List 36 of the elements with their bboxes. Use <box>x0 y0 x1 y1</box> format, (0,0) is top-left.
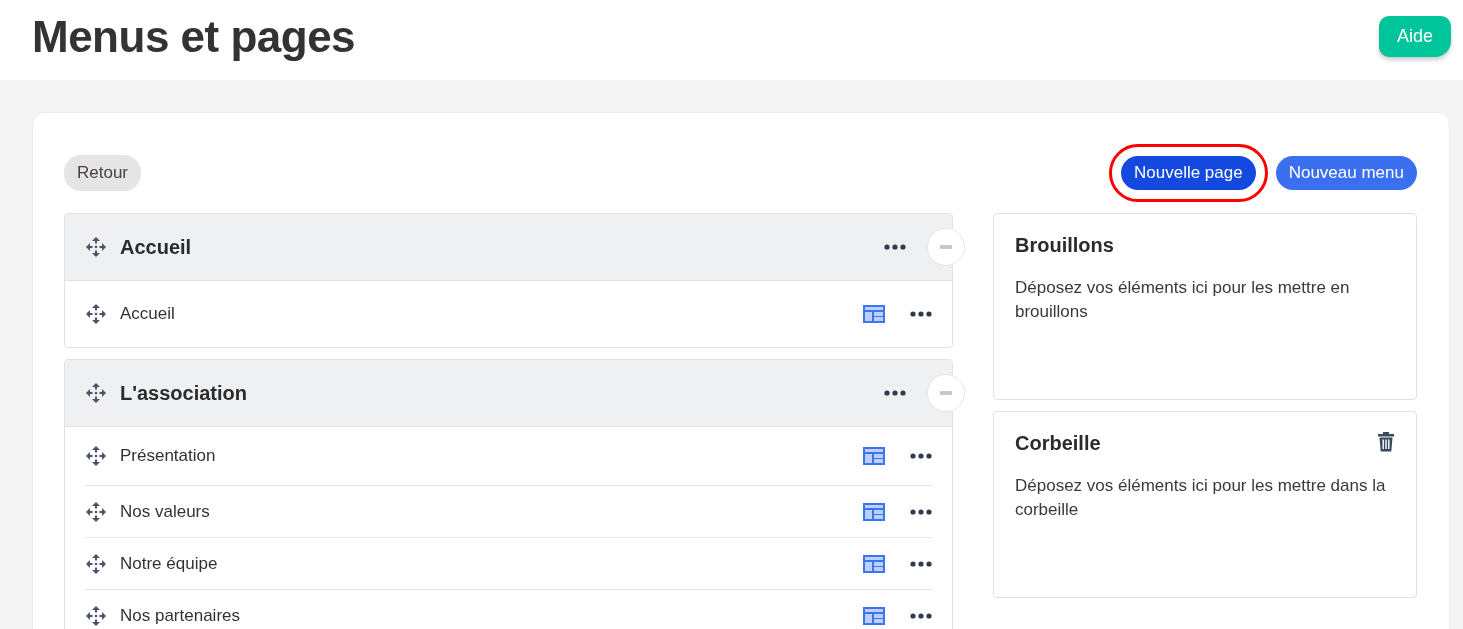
page-title: Notre équipe <box>120 553 219 574</box>
more-options-icon[interactable] <box>884 244 906 250</box>
panel-title: Brouillons <box>1015 234 1114 257</box>
more-options-icon[interactable] <box>884 390 906 396</box>
minus-icon <box>940 245 952 249</box>
drafts-drop-hint: Déposez vos éléments ici pour les mettre en brouillons <box>1015 277 1351 323</box>
menu-title: Accueil <box>120 235 193 259</box>
move-handle-icon[interactable] <box>85 303 107 325</box>
move-handle-icon[interactable] <box>85 604 107 627</box>
page-title: Nos partenaires <box>120 605 241 626</box>
page-title: Accueil <box>120 304 176 324</box>
page-title: Menus et pages <box>32 12 356 62</box>
panel-title: Corbeille <box>1015 432 1101 455</box>
page-layout-icon[interactable] <box>863 606 885 625</box>
move-handle-icon[interactable] <box>85 382 107 404</box>
more-options-icon[interactable] <box>910 612 932 619</box>
page-layout-icon[interactable] <box>863 447 885 465</box>
more-options-icon[interactable] <box>910 560 932 567</box>
trash-icon[interactable] <box>1377 432 1395 452</box>
page-layout-icon[interactable] <box>863 554 885 573</box>
more-options-icon[interactable] <box>910 311 932 317</box>
minus-icon <box>940 391 952 395</box>
page-title: Présentation <box>120 446 217 466</box>
more-options-icon[interactable] <box>910 508 932 515</box>
move-handle-icon[interactable] <box>85 445 107 467</box>
menu-title: L'association <box>120 381 248 405</box>
new-menu-button[interactable]: Nouveau menu <box>1275 156 1417 190</box>
move-handle-icon[interactable] <box>85 500 107 523</box>
page-layout-icon[interactable] <box>863 305 885 323</box>
back-button[interactable]: Retour <box>64 155 142 191</box>
page-layout-icon[interactable] <box>863 502 885 521</box>
more-options-icon[interactable] <box>910 453 932 459</box>
move-handle-icon[interactable] <box>85 236 107 258</box>
move-handle-icon[interactable] <box>85 552 107 575</box>
page-title: Nos valeurs <box>120 501 211 522</box>
trash-drop-hint: Déposez vos éléments ici pour les mettre dans la corbeille <box>1015 475 1387 521</box>
